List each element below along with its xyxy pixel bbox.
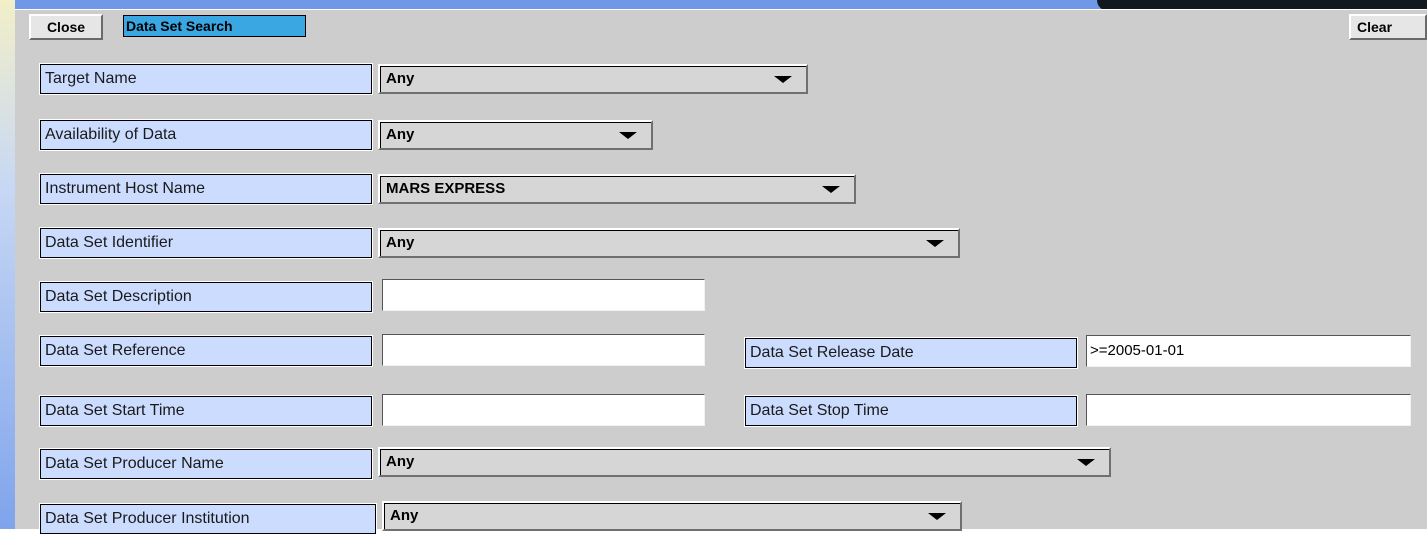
chevron-down-icon[interactable]: [1077, 459, 1095, 466]
label-data-set-start-time: Data Set Start Time: [39, 395, 373, 427]
label-producer-name: Data Set Producer Name: [39, 448, 373, 480]
chevron-down-icon[interactable]: [619, 132, 637, 139]
data-set-description-input[interactable]: [382, 279, 705, 311]
data-set-start-time-input[interactable]: [382, 394, 705, 426]
label-data-set-description: Data Set Description: [39, 281, 373, 313]
label-data-set-stop-time: Data Set Stop Time: [744, 395, 1078, 427]
label-data-set-release-date: Data Set Release Date: [744, 337, 1078, 369]
availability-value: Any: [386, 126, 415, 143]
data-set-search-panel: Close Data Set Search Clear Target Name …: [15, 9, 1427, 534]
chevron-down-icon[interactable]: [928, 513, 946, 520]
label-data-set-reference: Data Set Reference: [39, 335, 373, 367]
panel-title: Data Set Search: [123, 15, 306, 37]
label-availability: Availability of Data: [39, 119, 373, 151]
data-set-reference-input[interactable]: [382, 334, 705, 366]
availability-select[interactable]: Any: [378, 120, 653, 150]
producer-institution-value: Any: [390, 507, 419, 524]
chevron-down-icon[interactable]: [822, 186, 840, 193]
producer-name-value: Any: [386, 453, 415, 470]
label-producer-institution: Data Set Producer Institution: [39, 503, 377, 534]
label-target-name: Target Name: [39, 63, 373, 95]
chevron-down-icon[interactable]: [774, 76, 792, 83]
target-name-select[interactable]: Any: [378, 64, 808, 94]
producer-name-select[interactable]: Any: [378, 447, 1111, 477]
producer-institution-select[interactable]: Any: [382, 501, 962, 531]
instrument-host-value: MARS EXPRESS: [386, 180, 506, 197]
close-button[interactable]: Close: [29, 14, 103, 40]
data-set-identifier-value: Any: [386, 234, 415, 251]
data-set-stop-time-input[interactable]: [1086, 394, 1411, 426]
data-set-identifier-select[interactable]: Any: [378, 228, 960, 258]
clear-button[interactable]: Clear: [1349, 14, 1427, 40]
instrument-host-select[interactable]: MARS EXPRESS: [378, 174, 856, 204]
label-data-set-identifier: Data Set Identifier: [39, 227, 373, 259]
target-name-value: Any: [386, 70, 415, 87]
window-frame-left: [0, 0, 15, 529]
label-instrument-host: Instrument Host Name: [39, 173, 373, 205]
chevron-down-icon[interactable]: [926, 240, 944, 247]
data-set-release-date-input[interactable]: >=2005-01-01: [1086, 335, 1411, 367]
